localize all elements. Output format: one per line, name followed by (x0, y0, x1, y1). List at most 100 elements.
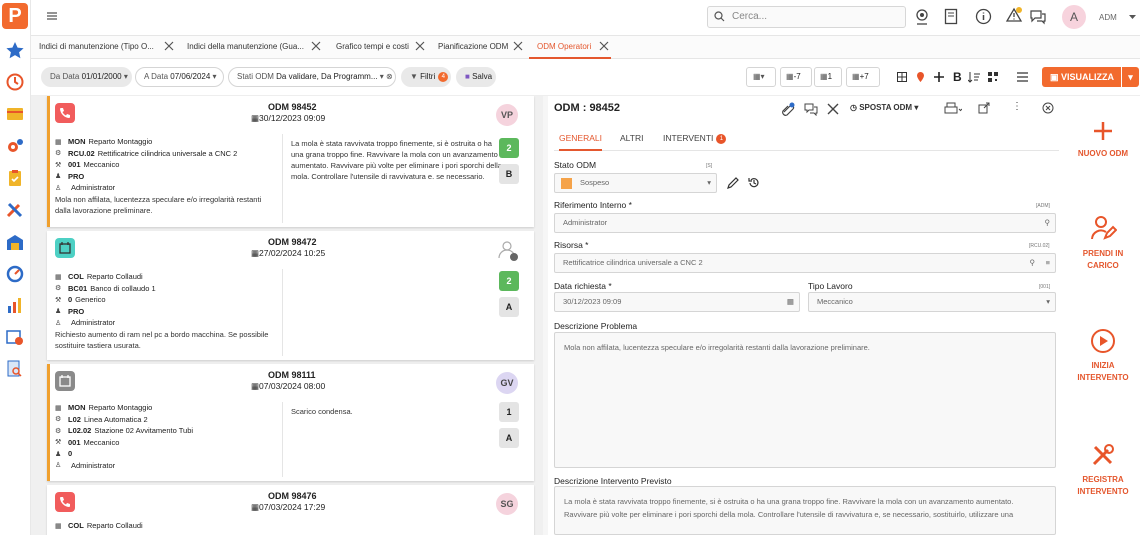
grid-icon[interactable] (897, 72, 907, 82)
tab-indici-guasti[interactable]: Indici della manutenzione (Gua... (179, 36, 323, 59)
tab-generali[interactable]: GENERALI (559, 133, 602, 151)
risorsa-field[interactable]: Rettificatrice cilindrica universale a C… (554, 253, 1056, 273)
search-icon[interactable]: ⚲ (1030, 254, 1036, 272)
gears-icon[interactable] (5, 136, 25, 156)
odm-card[interactable]: ODM 98111 ▦07/03/2024 08:00 GV ▦ MON Repar… (47, 364, 534, 481)
calendar-clock-icon[interactable] (5, 327, 25, 347)
card-status-bar (47, 96, 50, 227)
menu-icon[interactable] (47, 11, 57, 21)
app-logo[interactable]: P (2, 3, 28, 29)
data-richiesta-field[interactable]: 30/12/2023 09:09 ▦ (554, 292, 800, 312)
odm-number: ODM 98472 (268, 237, 317, 247)
department-row: ▦ MON Reparto Montaggio (55, 137, 153, 147)
odm-card[interactable]: ODM 98452 ▦30/12/2023 09:09 VP ▦ MON Repar… (47, 96, 534, 227)
back-7-button[interactable]: ▦-7 (780, 67, 812, 87)
calendar-picker-button[interactable]: ▦▾ (746, 67, 776, 87)
tab-altri[interactable]: ALTRI (620, 133, 643, 143)
edit-icon[interactable] (726, 176, 740, 190)
qr-icon[interactable] (987, 71, 999, 83)
calendar-icon[interactable]: ▦ (787, 293, 794, 311)
more-options-icon[interactable]: ⋮ (1012, 101, 1022, 112)
stato-select[interactable]: Sospeso ▾ (554, 173, 717, 193)
tab-indici-tipo[interactable]: Indici di manutenzione (Tipo O... (31, 36, 176, 59)
folder-icon[interactable] (5, 104, 25, 124)
riferimento-field[interactable]: Administrator ⚲ (554, 213, 1056, 233)
clipboard-icon[interactable] (5, 168, 25, 188)
take-charge-button[interactable]: PRENDI IN CARICO (1066, 214, 1140, 272)
user-name[interactable]: ADM (1099, 13, 1117, 22)
descrizione-intervento-textarea[interactable]: La mola è stata ravvivata troppo finemen… (554, 486, 1056, 535)
close-icon[interactable] (1042, 102, 1054, 114)
assignee-avatar[interactable]: GV (496, 372, 518, 394)
close-icon[interactable] (513, 41, 523, 51)
card-details: ▦ MON Reparto Montaggio ⚙ RCU.02 Rettificatr… (55, 136, 280, 194)
gauge-icon[interactable] (5, 263, 25, 283)
document-search-icon[interactable] (5, 359, 25, 379)
filters-button[interactable]: ▼ Filtri 4 (401, 67, 451, 87)
history-icon[interactable] (747, 176, 761, 190)
save-button[interactable]: ■ Salva (456, 67, 496, 87)
chevron-down-icon[interactable]: ▾ (1121, 67, 1139, 87)
priority-number-badge: 2 (499, 271, 519, 291)
comments-icon[interactable] (804, 102, 818, 116)
start-intervention-button[interactable]: INIZIA INTERVENTO (1066, 328, 1140, 384)
clock-icon[interactable] (5, 72, 25, 92)
tools-icon[interactable] (5, 200, 25, 220)
tipo-lavoro-select[interactable]: Meccanico ▾ (808, 292, 1056, 312)
tab-label: ODM Operatori (537, 42, 592, 51)
book-icon[interactable] (944, 8, 958, 26)
tab-grafico-tempi[interactable]: Grafico tempi e costi (328, 36, 427, 59)
bar-chart-icon[interactable] (5, 295, 25, 315)
open-external-icon[interactable] (978, 102, 990, 114)
riferimento-hint: [ADM] (1036, 203, 1050, 209)
attachment-icon[interactable] (781, 102, 795, 116)
visualize-button[interactable]: ▣ VISUALIZZA ▾ (1042, 67, 1139, 87)
chevron-down-icon[interactable] (1129, 15, 1136, 20)
print-icon[interactable] (944, 102, 962, 116)
resource-row: ⚙ RCU.02 Rettificatrice cilindrica univers… (55, 148, 238, 158)
bold-icon[interactable]: B (953, 70, 962, 84)
descrizione-problema-textarea[interactable]: Mola non affilata, lucentezza speculare … (554, 332, 1056, 468)
close-icon[interactable] (599, 41, 609, 51)
tab-label: Indici della manutenzione (Gua... (187, 42, 304, 51)
odm-card[interactable]: ODM 98472 ▦27/02/2024 10:25 ▦ COL Reparto … (47, 231, 534, 360)
assignee-avatar[interactable]: SG (496, 493, 518, 515)
close-icon[interactable] (164, 41, 174, 51)
to-date-filter[interactable]: A Data 07/06/2024 ▾ (135, 67, 224, 87)
webcam-icon[interactable] (914, 8, 930, 26)
tab-odm-operatori[interactable]: ODM Operatori (529, 36, 611, 59)
search-input[interactable]: Cerca... (707, 6, 906, 28)
riferimento-label: Riferimento Interno * (554, 200, 632, 210)
tab-bar: Indici di manutenzione (Tipo O... Indici… (31, 36, 1140, 59)
from-date-filter[interactable]: Da Data 01/01/2000 ▾ (41, 67, 132, 87)
sort-icon[interactable] (968, 71, 980, 83)
tools-icon[interactable] (826, 102, 840, 116)
search-icon[interactable]: ⚲ (1045, 214, 1051, 232)
move-odm-button[interactable]: ◷ SPOSTA ODM ▾ (850, 103, 918, 112)
unassigned-user-icon[interactable] (496, 239, 518, 261)
list-view-icon[interactable] (1017, 72, 1028, 82)
warning-icon[interactable] (1005, 6, 1023, 24)
card-divider (282, 269, 283, 356)
chat-icon[interactable] (1029, 8, 1047, 25)
map-pin-icon[interactable] (915, 71, 926, 83)
one-day-button[interactable]: ▦1 (814, 67, 842, 87)
plus-icon[interactable] (934, 72, 944, 82)
assignee-avatar[interactable]: VP (496, 104, 518, 126)
user-avatar[interactable]: A (1062, 5, 1086, 29)
close-icon[interactable] (415, 41, 425, 51)
warehouse-icon[interactable] (5, 232, 25, 252)
status-color-swatch (561, 177, 572, 189)
info-icon[interactable] (975, 8, 992, 25)
tab-pianificazione-odm[interactable]: Pianificazione ODM (430, 36, 525, 59)
list-icon[interactable]: ≡ (1046, 254, 1050, 272)
card-divider (282, 134, 283, 223)
close-icon[interactable] (311, 41, 321, 51)
odm-card[interactable]: ODM 98476 ▦07/03/2024 17:29 SG ▦ COL Repar… (47, 485, 534, 535)
star-icon[interactable] (5, 41, 25, 61)
forward-7-button[interactable]: ▦+7 (846, 67, 880, 87)
register-intervention-button[interactable]: REGISTRA INTERVENTO (1066, 442, 1140, 498)
new-odm-button[interactable]: NUOVO ODM (1066, 120, 1140, 160)
tab-interventi[interactable]: INTERVENTI 1 (663, 133, 727, 144)
state-filter[interactable]: Stati ODM Da validare, Da Programm... ▾ … (228, 67, 396, 87)
